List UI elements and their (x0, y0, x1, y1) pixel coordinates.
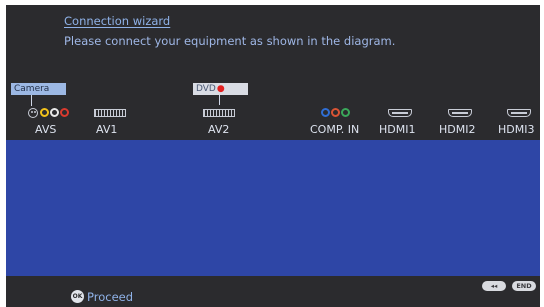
scart-port-icon (203, 109, 235, 117)
port-label-hdmi2: HDMI2 (439, 123, 476, 136)
camera-label: Camera (14, 84, 50, 94)
end-button[interactable]: END (512, 281, 536, 291)
port-label-av1: AV1 (96, 123, 118, 136)
device-label-dvd: DVD● (193, 83, 248, 95)
device-label-camera: Camera (11, 83, 66, 95)
dvd-indicator-dot-icon: ● (216, 84, 225, 94)
hdmi-port-icon (388, 109, 412, 117)
hdmi-port-icon (507, 109, 531, 117)
smiley-jack-icon (28, 108, 38, 118)
white-jack-icon (50, 108, 59, 117)
port-label-av2: AV2 (208, 123, 230, 136)
red-jack-icon (60, 108, 69, 117)
port-label-comp-in: COMP. IN (310, 123, 360, 136)
dvd-label: DVD (196, 84, 216, 94)
component-blue-jack-icon (321, 108, 330, 117)
wizard-instruction: Please connect your equipment as shown i… (64, 34, 396, 48)
hdmi-port-icon (448, 109, 472, 117)
port-label-hdmi3: HDMI3 (498, 123, 535, 136)
wizard-title: Connection wizard (64, 14, 171, 28)
component-red-jack-icon (331, 108, 340, 117)
dvd-connector-line (219, 95, 220, 105)
connection-diagram-area (6, 140, 540, 276)
ok-button-icon[interactable]: OK (71, 290, 84, 303)
proceed-label: Proceed (87, 290, 134, 304)
yellow-jack-icon (40, 108, 49, 117)
scart-port-icon (94, 109, 126, 117)
camera-connector-line (31, 95, 32, 106)
component-green-jack-icon (341, 108, 350, 117)
connection-wizard-screen: Connection wizard Please connect your eq… (6, 5, 540, 307)
port-label-hdmi1: HDMI1 (379, 123, 416, 136)
back-button[interactable]: ◂◂ (482, 281, 506, 291)
port-label-avs: AVS (35, 123, 57, 136)
